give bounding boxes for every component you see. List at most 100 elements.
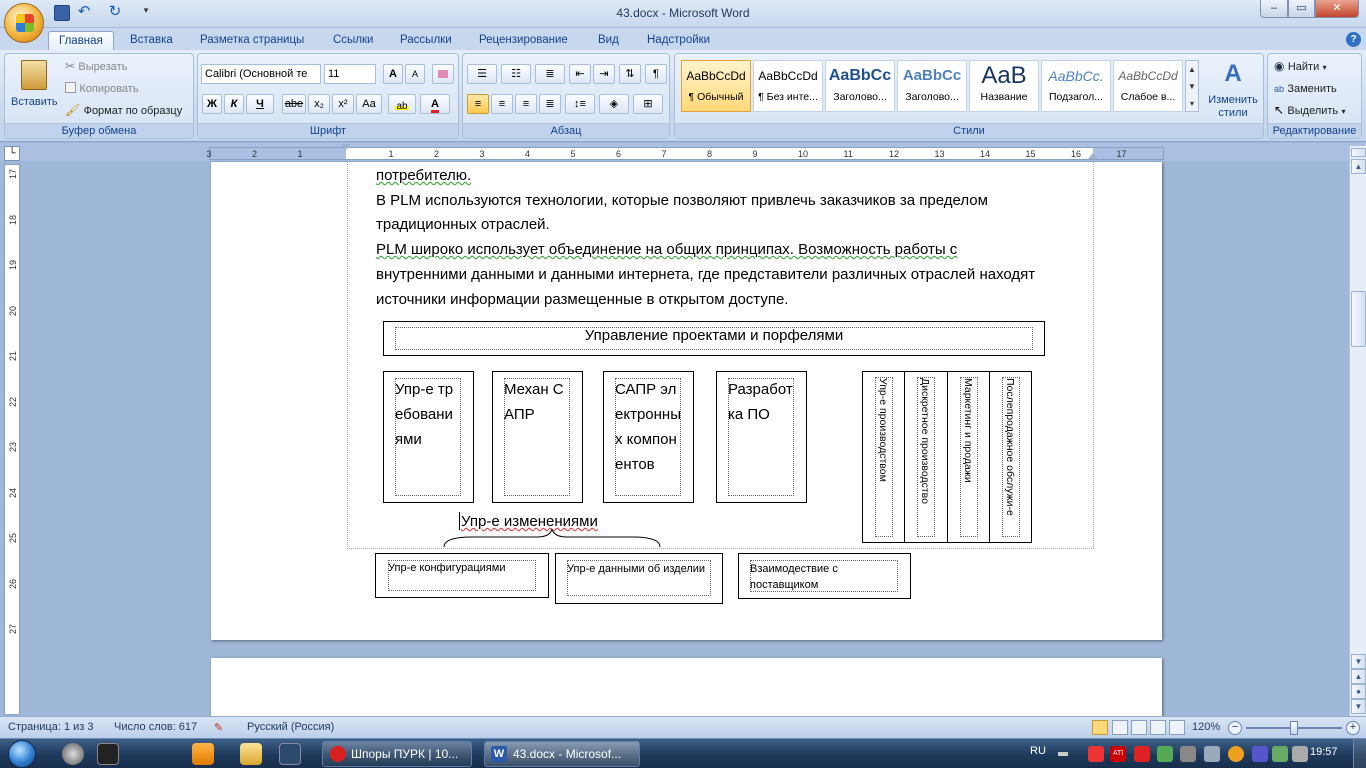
vertical-box-2[interactable]: Дискретное производство [904, 371, 948, 543]
vertical-scrollbar[interactable]: ▲ ▼ ▲ ● ▼ [1349, 146, 1366, 716]
zoom-level[interactable]: 120% [1192, 721, 1220, 733]
tray-icon-2[interactable] [1088, 746, 1104, 762]
right-indent-marker[interactable] [1088, 151, 1098, 159]
tab-selector[interactable]: └ [4, 146, 20, 161]
close-button[interactable]: ✕ [1315, 0, 1359, 18]
change-styles-button[interactable]: A Изменить стили [1203, 58, 1263, 120]
sort-button[interactable]: ⇅ [619, 64, 641, 84]
supplier-box[interactable]: Взаимодествие с поставщиком [738, 553, 911, 599]
strikethrough-button[interactable]: abe [282, 94, 306, 114]
scroll-thumb[interactable] [1351, 291, 1366, 347]
justify-button[interactable]: ≣ [539, 94, 561, 114]
help-icon[interactable]: ? [1346, 32, 1361, 47]
replace-button[interactable]: ab Заменить [1274, 81, 1359, 99]
numbering-button[interactable]: ☷ [501, 64, 531, 84]
styles-scroll[interactable]: ▲ ▼ ▾ [1185, 60, 1199, 112]
align-center-button[interactable]: ≡ [491, 94, 513, 114]
tab-view[interactable]: Вид [588, 31, 629, 50]
vertical-ruler[interactable]: 17 18 19 20 21 22 23 24 25 26 27 [4, 164, 20, 715]
folder-icon[interactable] [240, 743, 262, 765]
product-data-box[interactable]: Упр-е данными об изделии [555, 553, 723, 604]
draft-view-button[interactable] [1169, 720, 1185, 735]
maximize-button[interactable]: ▭ [1288, 0, 1315, 18]
minimize-button[interactable]: – [1260, 0, 1288, 18]
browse-object-button[interactable]: ● [1351, 684, 1366, 699]
software-dev-box[interactable]: Разработка ПО [716, 371, 807, 503]
line-spacing-button[interactable]: ↕≡ [565, 94, 595, 114]
align-left-button[interactable]: ≡ [467, 94, 489, 114]
multilevel-list-button[interactable]: ≣ [535, 64, 565, 84]
highlight-button[interactable]: ab [388, 94, 416, 114]
select-button[interactable]: ↖ Выделить ▾ [1274, 103, 1359, 121]
increase-indent-button[interactable]: ⇥ [593, 64, 615, 84]
prev-page-button[interactable]: ▲ [1351, 669, 1366, 684]
header-box[interactable]: Управление проектами и порфелями [383, 321, 1045, 356]
vertical-box-4[interactable]: Послепродажное обслужи-е [989, 371, 1032, 543]
network-icon[interactable] [1204, 746, 1220, 762]
zoom-slider-thumb[interactable] [1290, 721, 1298, 735]
tray-icon-7[interactable] [1252, 746, 1268, 762]
page-2[interactable] [211, 658, 1162, 716]
style-title[interactable]: AaB Название [969, 60, 1039, 112]
clear-format-button[interactable] [432, 64, 454, 84]
volume-icon[interactable] [1292, 746, 1308, 762]
ati-icon[interactable]: ATI [1110, 746, 1126, 762]
cut-button[interactable]: ✂ Вырезать [65, 59, 175, 77]
taskbar-app-icon-3[interactable] [279, 743, 301, 765]
ecad-box[interactable]: САПР электронных компонентов [603, 371, 694, 503]
bold-button[interactable]: Ж [202, 94, 222, 114]
config-mgmt-box[interactable]: Упр-е конфигурациями [375, 553, 549, 598]
font-size-combo[interactable]: 11 [324, 64, 376, 84]
power-icon[interactable] [1272, 746, 1288, 762]
style-heading1[interactable]: AaBbCc Заголово... [825, 60, 895, 112]
vertical-box-1[interactable]: Упр-е производством [862, 371, 905, 543]
italic-button[interactable]: К [224, 94, 244, 114]
horizontal-ruler[interactable]: 3 2 1 1 2 3 4 5 6 7 8 9 10 11 12 13 14 15 16 17 [207, 144, 1164, 160]
show-marks-button[interactable]: ¶ [645, 64, 667, 84]
tab-review[interactable]: Рецензирование [469, 31, 578, 50]
start-button[interactable] [4, 739, 42, 768]
scroll-down-button[interactable]: ▼ [1351, 654, 1366, 669]
tray-icon-3[interactable] [1134, 746, 1150, 762]
tab-page-layout[interactable]: Разметка страницы [190, 31, 314, 50]
style-normal[interactable]: AaBbCcDd ¶ Обычный [681, 60, 751, 112]
tab-addins[interactable]: Надстройки [637, 31, 720, 50]
paste-button[interactable]: Вставить [9, 56, 61, 122]
format-painter-button[interactable]: 🖌 Формат по образцу [65, 103, 193, 121]
tray-icon-1[interactable] [1058, 752, 1068, 756]
copy-button[interactable]: Копировать [65, 81, 175, 99]
scroll-up-button[interactable]: ▲ [1351, 159, 1366, 174]
tray-icon-5[interactable] [1180, 746, 1196, 762]
tray-icon-6[interactable] [1228, 746, 1244, 762]
bullets-button[interactable]: ☰ [467, 64, 497, 84]
split-handle[interactable] [1351, 148, 1366, 157]
language-indicator-taskbar[interactable]: RU [1030, 745, 1046, 757]
office-button[interactable] [4, 3, 44, 43]
subscript-button[interactable]: x₂ [308, 94, 330, 114]
shading-button[interactable]: ◈ [599, 94, 629, 114]
first-line-indent-marker[interactable] [341, 144, 351, 152]
web-layout-view-button[interactable] [1131, 720, 1147, 735]
underline-button[interactable]: Ч [246, 94, 274, 114]
shrink-font-button[interactable]: A [405, 64, 425, 84]
taskbar-task-word[interactable]: 43.docx - Microsof... [484, 741, 640, 767]
tab-insert[interactable]: Вставка [120, 31, 183, 50]
style-no-spacing[interactable]: AaBbCcDd ¶ Без инте... [753, 60, 823, 112]
align-right-button[interactable]: ≡ [515, 94, 537, 114]
page-count[interactable]: Страница: 1 из 3 [8, 721, 94, 733]
superscript-button[interactable]: x² [332, 94, 354, 114]
clock[interactable]: 19:57 [1310, 746, 1338, 758]
language-indicator[interactable]: Русский (Россия) [247, 721, 334, 733]
full-screen-view-button[interactable] [1112, 720, 1128, 735]
style-subtitle[interactable]: AaBbCc. Подзагол... [1041, 60, 1111, 112]
tab-mailings[interactable]: Рассылки [390, 31, 462, 50]
tab-references[interactable]: Ссылки [323, 31, 384, 50]
vertical-box-3[interactable]: Маркетинг и продажи [947, 371, 990, 543]
taskbar-app-icon-1[interactable] [62, 743, 84, 765]
tab-home[interactable]: Главная [48, 31, 114, 50]
taskbar-app-icon-2[interactable] [97, 743, 119, 765]
show-desktop-button[interactable] [1353, 739, 1366, 768]
requirements-box[interactable]: Упр-е требованиями [383, 371, 474, 503]
word-count[interactable]: Число слов: 617 [114, 721, 197, 733]
borders-button[interactable]: ⊞ [633, 94, 663, 114]
